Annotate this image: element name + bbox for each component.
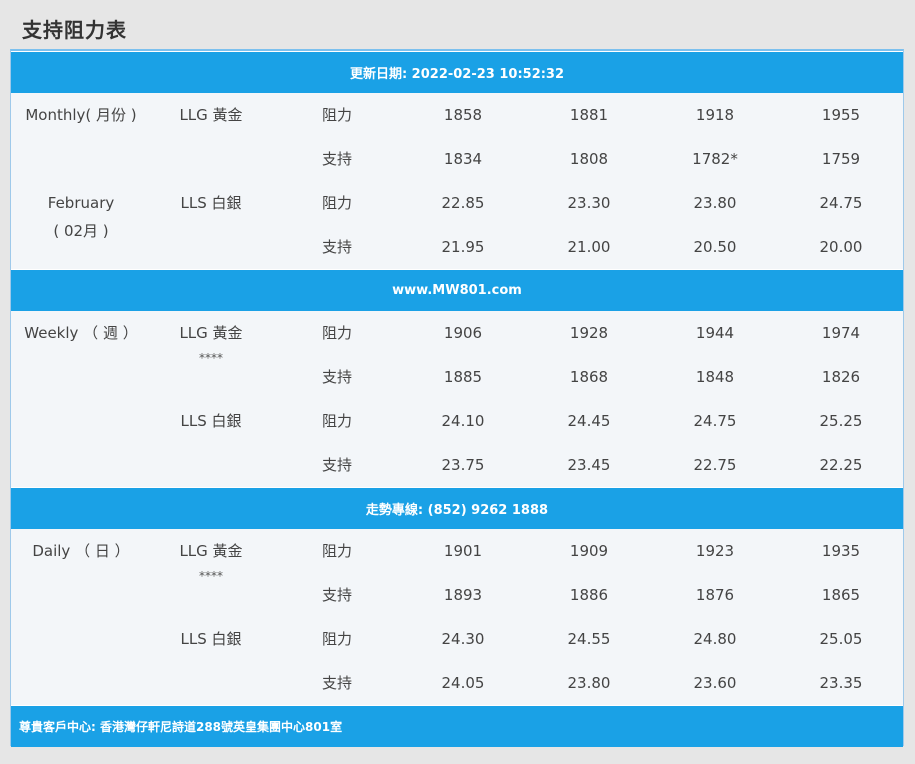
value-cell: 21.00 [567,238,611,256]
value-cell: 1881 [569,106,609,124]
value-cell: 24.30 [441,630,485,648]
value-cell: 22.25 [819,456,863,474]
address-band: 尊貴客戶中心: 香港灣仔軒尼詩道288號英皇集團中心801室 [11,705,903,747]
value-cell: 24.75 [693,412,737,430]
value-cell: 23.60 [693,674,737,692]
value-cell: 1974 [821,324,861,342]
row-type: 阻力 [321,542,352,560]
row-type: 阻力 [321,630,352,648]
value-cell: 1928 [569,324,609,342]
row-type: 阻力 [321,412,352,430]
row-type: 支持 [321,368,352,386]
row-type: 支持 [321,586,352,604]
value-cell: 23.80 [693,194,737,212]
value-cell: 24.45 [567,412,611,430]
value-cell: 1808 [569,150,609,168]
hotline-band: 走勢專線: (852) 9262 1888 [11,487,903,529]
rating-stars: **** [199,351,223,365]
value-cell: 24.80 [693,630,737,648]
value-cell: 1918 [695,106,735,124]
metal-label-gold: LLG 黃金 [179,106,243,124]
metal-label-silver: LLS 白銀 [180,630,242,648]
period-label-weekly: Weekly （ 週 ） [24,324,138,342]
value-cell: 1834 [443,150,483,168]
row-type: 支持 [321,674,352,692]
rating-stars: **** [199,569,223,583]
value-cell: 1858 [443,106,483,124]
value-cell: 22.85 [441,194,485,212]
row-type: 支持 [321,150,352,168]
value-cell: 22.75 [693,456,737,474]
value-cell: 1865 [821,586,861,604]
value-cell: 1935 [821,542,861,560]
value-cell: 1906 [443,324,483,342]
value-cell: 1782* [692,150,738,168]
value-cell: 25.05 [819,630,863,648]
value-cell: 23.80 [567,674,611,692]
value-cell: 1886 [569,586,609,604]
period-sub-month: February [47,194,115,212]
period-label-daily: Daily （ 日 ） [32,542,130,560]
value-cell: 20.00 [819,238,863,256]
value-cell: 1909 [569,542,609,560]
value-cell: 23.45 [567,456,611,474]
value-cell: 1826 [821,368,861,386]
website-band: www.MW801.com [11,269,903,311]
page-title: 支持阻力表 [22,18,127,42]
value-cell: 1901 [443,542,483,560]
value-cell: 1848 [695,368,735,386]
value-cell: 20.50 [693,238,737,256]
period-sub-month-cn: ( 02月 ) [53,222,109,240]
value-cell: 1893 [443,586,483,604]
value-cell: 24.75 [819,194,863,212]
update-date-band: 更新日期: 2022-02-23 10:52:32 [11,51,903,93]
value-cell: 24.10 [441,412,485,430]
value-cell: 1944 [695,324,735,342]
metal-label-gold: LLG 黃金 [179,542,243,560]
metal-label-silver: LLS 白銀 [180,412,242,430]
row-type: 支持 [321,238,352,256]
metal-label-silver: LLS 白銀 [180,194,242,212]
value-cell: 23.35 [819,674,863,692]
row-type: 阻力 [321,324,352,342]
row-type: 阻力 [321,194,352,212]
period-label-monthly: Monthly( 月份 ) [25,106,137,124]
value-cell: 23.30 [567,194,611,212]
value-cell: 1876 [695,586,735,604]
value-cell: 24.55 [567,630,611,648]
value-cell: 21.95 [441,238,485,256]
metal-label-gold: LLG 黃金 [179,324,243,342]
value-cell: 23.75 [441,456,485,474]
row-type: 阻力 [321,106,352,124]
row-type: 支持 [321,456,352,474]
value-cell: 1885 [443,368,483,386]
value-cell: 1868 [569,368,609,386]
value-cell: 1759 [821,150,861,168]
value-cell: 1923 [695,542,735,560]
support-resistance-table: 更新日期: 2022-02-23 10:52:32 Monthly( 月份 ) … [10,49,904,747]
value-cell: 1955 [821,106,861,124]
value-cell: 24.05 [441,674,485,692]
value-cell: 25.25 [819,412,863,430]
